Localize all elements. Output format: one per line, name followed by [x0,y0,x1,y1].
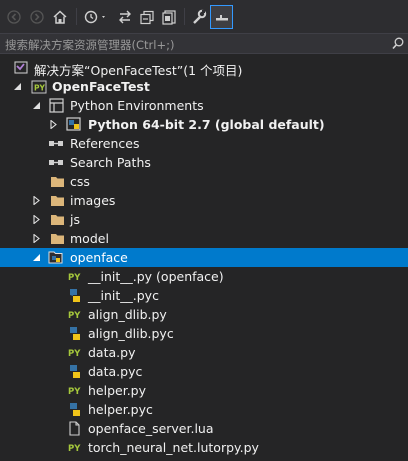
tree-item-file[interactable]: openface_server.lua [0,419,408,438]
python-file-icon: PY [67,383,83,398]
svg-text:PY: PY [34,83,45,92]
tree-item-python-environments[interactable]: Python Environments [0,96,408,115]
search-paths-icon [48,155,64,170]
tree-item-file[interactable]: PY __init__.py (openface) [0,267,408,286]
openface-label: openface [70,250,128,265]
collapsed-arrow-icon[interactable] [30,213,42,225]
history-icon[interactable] [83,6,109,28]
python-package-icon [48,250,64,265]
python-environments-label: Python Environments [70,98,204,113]
sync-icon[interactable] [116,6,134,28]
collapsed-arrow-icon[interactable] [47,118,59,130]
collapsed-arrow-icon[interactable] [30,232,42,244]
python-project-icon: PY [31,79,47,94]
file-label: torch_neural_net.lutorpy.py [88,440,259,455]
properties-icon[interactable] [190,6,208,28]
tree-item-file[interactable]: PY data.py [0,343,408,362]
collapse-all-icon[interactable] [138,6,156,28]
back-icon[interactable] [6,6,22,28]
tree-item-file[interactable]: helper.pyc [0,400,408,419]
explorer-toolbar [0,0,408,33]
svg-text:PY: PY [68,444,81,454]
folder-label: images [70,193,116,208]
tree-item-file[interactable]: PY torch_neural_net.lutorpy.py [0,438,408,457]
python-env-label: Python 64-bit 2.7 (global default) [88,117,325,132]
svg-text:PY: PY [68,311,81,321]
file-label: helper.py [88,383,147,398]
folder-label: css [70,174,90,189]
references-icon [48,136,64,151]
svg-text:PY: PY [68,387,81,397]
folder-label: model [70,231,109,246]
python-compiled-icon [67,326,83,341]
tree-item-references[interactable]: References [0,134,408,153]
show-all-files-icon[interactable] [160,6,178,28]
home-icon[interactable] [50,6,70,28]
tree-item-project[interactable]: PY OpenFaceTest [0,77,408,96]
tree-item-solution[interactable]: 解决方案“OpenFaceTest”(1 个项目) [0,58,408,78]
tree-item-folder-model[interactable]: model [0,229,408,248]
folder-label: js [70,212,80,227]
python-file-icon: PY [67,269,83,284]
toolbar-separator [184,8,185,25]
file-label: data.py [88,345,136,360]
collapsed-arrow-icon[interactable] [30,194,42,206]
python-env-icon [66,117,82,132]
forward-icon[interactable] [29,6,45,28]
tree-item-file[interactable]: PY helper.py [0,381,408,400]
svg-text:PY: PY [68,349,81,359]
solution-icon [13,60,29,75]
expanded-arrow-icon[interactable] [11,80,23,92]
file-label: __init__.py (openface) [88,269,224,284]
tree-item-search-paths[interactable]: Search Paths [0,153,408,172]
folder-icon [49,212,65,227]
file-label: align_dlib.pyc [88,326,174,341]
python-compiled-icon [67,288,83,303]
python-file-icon: PY [67,440,83,455]
python-file-icon: PY [67,307,83,322]
python-file-icon: PY [67,345,83,360]
tree-item-file[interactable]: __init__.pyc [0,286,408,305]
folder-icon [49,174,65,189]
text-file-icon [67,421,83,436]
search-input[interactable]: 搜索解决方案资源管理器(Ctrl+;) [5,37,174,53]
tree-item-file[interactable]: PY align_dlib.py [0,305,408,324]
project-label: OpenFaceTest [52,79,150,94]
file-label: align_dlib.py [88,307,167,322]
python-compiled-icon [67,402,83,417]
tree-item-openface[interactable]: openface [0,248,408,267]
expanded-arrow-icon[interactable] [30,99,42,111]
folder-icon [49,193,65,208]
search-box[interactable]: 搜索解决方案资源管理器(Ctrl+;) [0,33,408,54]
expanded-arrow-icon[interactable] [30,251,42,263]
references-label: References [70,136,140,151]
file-label: __init__.pyc [88,288,159,303]
svg-text:PY: PY [68,273,81,283]
file-label: helper.pyc [88,402,153,417]
search-paths-label: Search Paths [70,155,151,170]
folder-icon [49,231,65,246]
tree-item-file[interactable]: align_dlib.pyc [0,324,408,343]
tree-item-file[interactable]: data.pyc [0,362,408,381]
tree-item-folder-images[interactable]: images [0,191,408,210]
python-compiled-icon [67,364,83,379]
toolbar-separator [76,8,77,25]
environments-icon [48,98,64,113]
file-label: data.pyc [88,364,143,379]
tree-item-python-env[interactable]: Python 64-bit 2.7 (global default) [0,115,408,134]
file-label: openface_server.lua [88,421,214,436]
tree-item-folder-css[interactable]: css [0,172,408,191]
search-icon[interactable] [392,37,404,53]
preview-icon[interactable] [210,5,233,29]
tree-item-folder-js[interactable]: js [0,210,408,229]
